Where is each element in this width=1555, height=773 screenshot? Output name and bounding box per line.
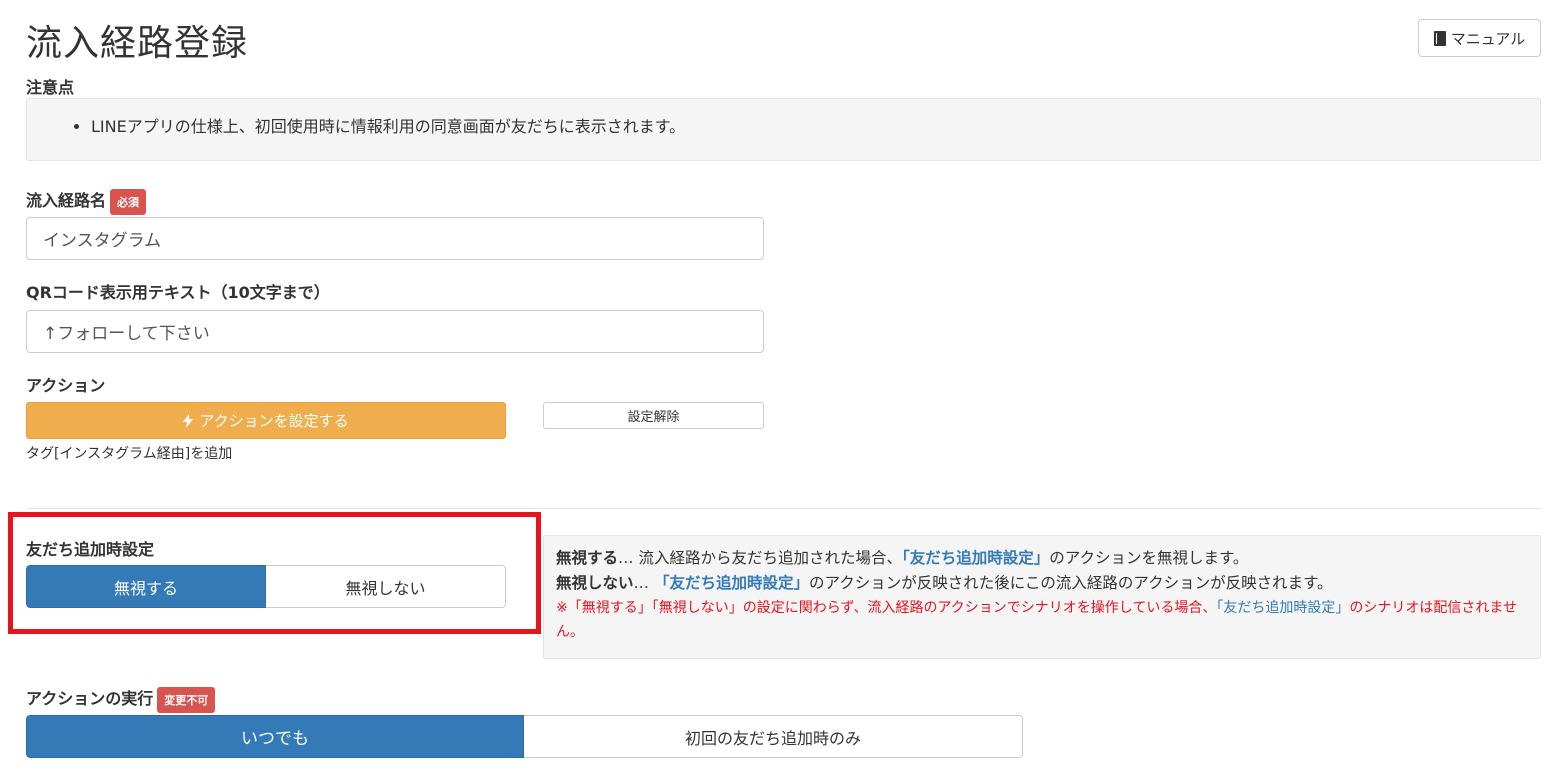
info-warning-link[interactable]: 「友だち追加時設定」 [1216,600,1349,616]
qr-text-label: QRコード表示用テキスト（10文字まで） [26,283,330,302]
route-name-label: 流入経路名 必須 [26,187,147,215]
info-no-ignore-text-2: のアクションが反映された後にこの流入経路のアクションが反映されます。 [808,574,1333,592]
execution-label: アクションの実行 変更不可 [26,685,216,713]
first-add-only-option[interactable]: 初回の友だち追加時のみ [524,715,1023,758]
no-ignore-option[interactable]: 無視しない [266,565,506,608]
route-name-input[interactable]: インスタグラム [26,217,764,260]
info-no-ignore-link[interactable]: 「友だち追加時設定」 [654,574,809,592]
notes-item: LINEアプリの仕様上、初回使用時に情報利用の同意画面が友だちに表示されます。 [91,113,685,137]
manual-button[interactable]: マニュアル [1418,19,1541,57]
page-title: 流入経路登録 [26,23,249,64]
set-action-label: アクションを設定する [199,412,349,430]
clear-action-button[interactable]: 設定解除 [543,402,764,429]
info-warning-text-1: ※「無視する」「無視しない」の設定に関わらず、流入経路のアクションでシナリオを操… [556,600,1217,616]
route-name-label-text: 流入経路名 [26,191,107,210]
execution-toggle: いつでも 初回の友だち追加時のみ [26,715,1023,758]
info-ignore-term: 無視する [556,549,619,567]
action-label: アクション [26,376,106,395]
info-line-no-ignore: 無視しない… 「友だち追加時設定」のアクションが反映された後にこの流入経路のアク… [556,571,1528,596]
info-line-ignore: 無視する… 流入経路から友だち追加された場合、「友だち追加時設定」のアクションを… [556,546,1528,571]
notes-list: LINEアプリの仕様上、初回使用時に情報利用の同意画面が友だちに表示されます。 [91,113,685,137]
ignore-option[interactable]: 無視する [26,565,266,608]
friend-add-toggle: 無視する 無視しない [26,565,506,608]
info-ignore-text-2: のアクションを無視します。 [1049,549,1249,567]
info-ignore-ellipsis: … [618,549,634,567]
bolt-icon [183,413,194,428]
notes-heading: 注意点 [26,78,75,97]
info-no-ignore-term: 無視しない [556,574,634,592]
set-action-button[interactable]: アクションを設定する [26,402,506,439]
section-divider [26,508,1541,509]
info-ignore-link[interactable]: 「友だち追加時設定」 [902,549,1049,567]
friend-add-info-box: 無視する… 流入経路から友だち追加された場合、「友だち追加時設定」のアクションを… [543,535,1541,659]
required-badge: 必須 [110,188,147,215]
always-option[interactable]: いつでも [26,715,524,758]
manual-button-label: マニュアル [1450,29,1526,48]
route-name-value: インスタグラム [43,231,162,251]
info-warning: ※「無視する」「無視しない」の設定に関わらず、流入経路のアクションでシナリオを操… [556,596,1528,644]
unchangeable-badge: 変更不可 [157,686,216,713]
friend-add-label: 友だち追加時設定 [26,540,155,559]
qr-text-input[interactable]: ↑フォローして下さい [26,310,764,353]
info-ignore-text-1: 流入経路から友だち追加された場合、 [633,549,902,567]
qr-text-value: ↑フォローして下さい [43,324,210,344]
execution-label-text: アクションの実行 [26,689,154,708]
notes-box: LINEアプリの仕様上、初回使用時に情報利用の同意画面が友だちに表示されます。 [26,98,1541,161]
action-summary: タグ[インスタグラム経由]を追加 [26,446,233,462]
info-no-ignore-ellipsis: … [633,574,650,592]
book-icon [1433,30,1446,46]
